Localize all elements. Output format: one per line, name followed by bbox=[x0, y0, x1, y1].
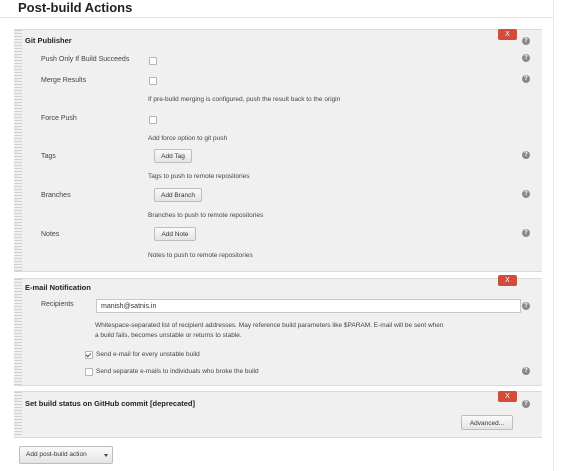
help-icon[interactable]: ? bbox=[522, 190, 530, 198]
add-tag-button[interactable]: Add Tag bbox=[154, 149, 192, 163]
notes-description: Notes to push to remote repositories bbox=[148, 252, 253, 259]
page-title: Post-build Actions bbox=[18, 0, 133, 15]
drag-handle[interactable] bbox=[14, 392, 22, 437]
recipients-description-line-1: Whitespace-separated list of recipient a… bbox=[95, 322, 444, 329]
every-unstable-checkbox[interactable] bbox=[85, 351, 93, 359]
merge-results-description: If pre-build merging is configured, push… bbox=[148, 96, 341, 103]
merge-results-label: Merge Results bbox=[41, 77, 87, 84]
add-post-build-action-button[interactable]: Add post-build action bbox=[19, 446, 113, 464]
every-unstable-label: Send e-mail for every unstable build bbox=[96, 351, 200, 358]
help-icon[interactable]: ? bbox=[522, 400, 530, 408]
add-note-button[interactable]: Add Note bbox=[154, 227, 196, 241]
recipients-input[interactable]: manish@satnis.in bbox=[96, 299, 521, 313]
help-icon[interactable]: ? bbox=[522, 229, 530, 237]
force-push-description: Add force option to git push bbox=[148, 135, 228, 142]
section-title: Set build status on GitHub commit [depre… bbox=[25, 399, 196, 408]
branches-label: Branches bbox=[41, 192, 71, 199]
email-notification-section: E-mail Notification X Recipients manish@… bbox=[14, 275, 542, 386]
force-push-label: Force Push bbox=[41, 115, 77, 122]
drag-handle[interactable] bbox=[14, 279, 22, 385]
delete-button[interactable]: X bbox=[498, 29, 517, 40]
separate-emails-checkbox[interactable] bbox=[85, 368, 93, 376]
merge-results-checkbox[interactable] bbox=[149, 77, 157, 85]
separate-emails-label: Send separate e-mails to individuals who… bbox=[96, 368, 259, 375]
page-right-border bbox=[553, 0, 554, 471]
tags-label: Tags bbox=[41, 153, 56, 160]
push-only-checkbox[interactable] bbox=[149, 57, 157, 65]
help-icon[interactable]: ? bbox=[522, 151, 530, 159]
delete-button[interactable]: X bbox=[498, 275, 517, 286]
help-icon[interactable]: ? bbox=[522, 75, 530, 83]
section-title: E-mail Notification bbox=[25, 283, 91, 292]
branches-description: Branches to push to remote repositories bbox=[148, 212, 264, 219]
force-push-checkbox[interactable] bbox=[149, 116, 157, 124]
recipients-description-line-2: a build fails, becomes unstable or retur… bbox=[95, 332, 242, 339]
section-title: Git Publisher bbox=[25, 36, 72, 45]
title-divider bbox=[0, 17, 553, 18]
chevron-down-icon bbox=[104, 454, 108, 457]
push-only-label: Push Only If Build Succeeds bbox=[41, 56, 130, 63]
add-branch-button[interactable]: Add Branch bbox=[154, 188, 202, 202]
help-icon[interactable]: ? bbox=[522, 302, 530, 310]
add-post-build-action-label: Add post-build action bbox=[26, 451, 87, 458]
drag-handle[interactable] bbox=[14, 30, 22, 271]
help-icon[interactable]: ? bbox=[522, 37, 530, 45]
recipients-row: manish@satnis.in bbox=[14, 299, 542, 313]
github-status-section: Set build status on GitHub commit [depre… bbox=[14, 391, 542, 438]
help-icon[interactable]: ? bbox=[522, 367, 530, 375]
git-publisher-section: Git Publisher X ? Push Only If Build Suc… bbox=[14, 29, 542, 272]
delete-button[interactable]: X bbox=[498, 391, 517, 402]
advanced-button[interactable]: Advanced... bbox=[461, 415, 513, 430]
help-icon[interactable]: ? bbox=[522, 54, 530, 62]
tags-description: Tags to push to remote repositories bbox=[148, 173, 250, 180]
notes-label: Notes bbox=[41, 231, 60, 238]
